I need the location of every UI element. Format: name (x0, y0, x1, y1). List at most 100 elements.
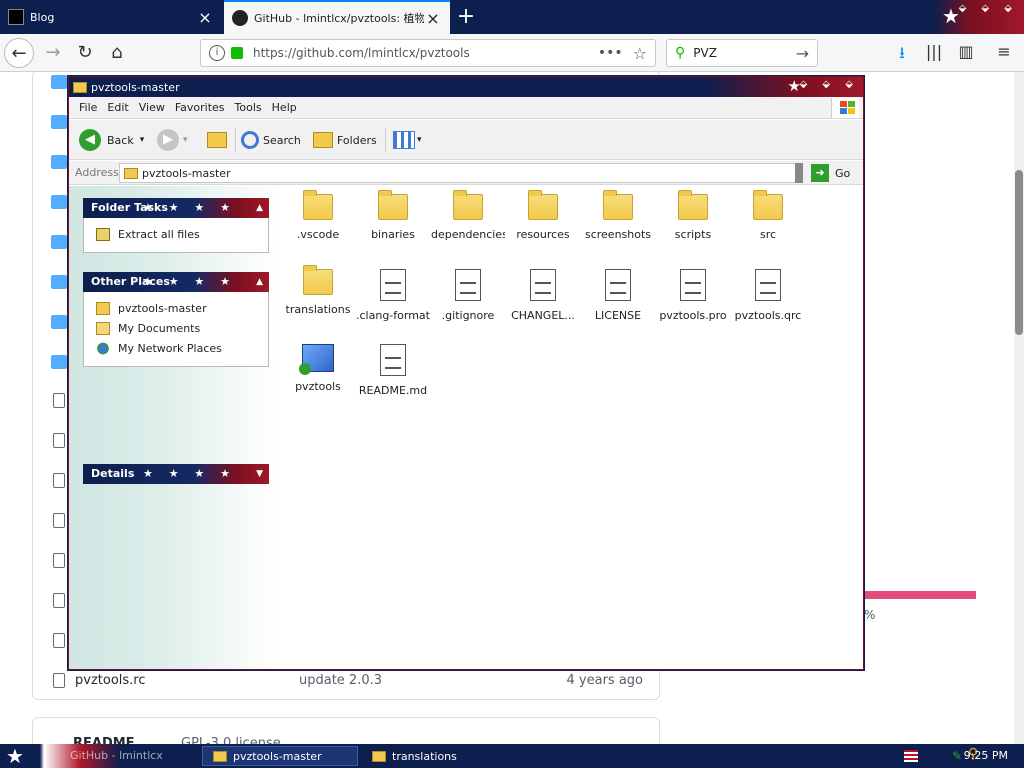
close-tab-icon[interactable]: × (424, 9, 442, 28)
menu-tools[interactable]: Tools (235, 101, 262, 114)
browser-nav-bar: ← → ↻ ⌂ i https://github.com/lmintlcx/pv… (0, 34, 1024, 72)
file-item[interactable]: resources (506, 190, 580, 241)
views-button[interactable]: ▾ (393, 128, 422, 152)
commit-message-link[interactable]: update 2.0.3 (299, 673, 382, 688)
search-bar[interactable]: ⚲ PVZ → (666, 39, 818, 67)
menu-edit[interactable]: Edit (107, 101, 128, 114)
file-item[interactable]: pvztools (281, 344, 355, 393)
file-icon (53, 553, 65, 568)
menu-favorites[interactable]: Favorites (175, 101, 225, 114)
other-places-header[interactable]: Other Places ★ ★ ★ ★ ▲ (83, 272, 269, 292)
menu-help[interactable]: Help (272, 101, 297, 114)
place-my-network-places[interactable]: My Network Places (84, 338, 268, 358)
task-label: Extract all files (118, 227, 200, 241)
file-item[interactable]: .gitignore (431, 269, 505, 322)
address-input[interactable]: pvztools-master (119, 163, 803, 183)
file-icon (53, 473, 65, 488)
file-name: pvztools.qrc (734, 309, 802, 322)
search-go-icon[interactable]: → (796, 44, 809, 63)
network-places-icon (96, 341, 110, 355)
lock-icon[interactable] (231, 47, 243, 59)
folder-icon (124, 167, 138, 179)
file-item[interactable]: screenshots (581, 190, 655, 241)
window-title: pvztools-master (91, 80, 180, 94)
file-item[interactable]: dependencies (431, 190, 505, 241)
file-item[interactable]: scripts (656, 190, 730, 241)
file-item[interactable]: pvztools.pro (656, 269, 730, 322)
up-folder-button[interactable] (207, 128, 227, 152)
file-item[interactable]: src (731, 190, 805, 241)
window-controls[interactable]: ⬙ ⬙ ⬙ (959, 3, 1018, 14)
forward-button[interactable]: → (38, 38, 68, 68)
file-item[interactable]: README.md (356, 344, 430, 397)
flag-icon[interactable] (904, 750, 918, 762)
search-button[interactable]: Search (241, 128, 301, 152)
url-text[interactable]: https://github.com/lmintlcx/pvztools (253, 46, 598, 60)
folder-icon (303, 265, 333, 295)
close-tab-icon[interactable]: × (196, 8, 214, 27)
file-item[interactable]: translations (281, 265, 355, 316)
address-value[interactable]: pvztools-master (142, 167, 231, 180)
taskbar-item-translations[interactable]: translations (362, 746, 512, 766)
file-item[interactable]: .vscode (281, 190, 355, 241)
file-icon (53, 513, 65, 528)
reload-button[interactable]: ↻ (70, 38, 100, 68)
file-item[interactable]: CHANGEL... (506, 269, 580, 322)
home-button[interactable]: ⌂ (102, 38, 132, 68)
file-icon (680, 269, 706, 301)
tab-github[interactable]: GitHub - lmintlcx/pvztools: 植物大 × (224, 0, 450, 34)
forward-button[interactable]: ▶ ▾ (157, 128, 188, 152)
scrollbar-thumb[interactable] (1015, 170, 1023, 335)
table-row[interactable]: pvztools.rc update 2.0.3 4 years ago (33, 667, 659, 697)
sidebar-icon[interactable]: ▥ (954, 42, 978, 61)
place-pvztools-master[interactable]: pvztools-master (84, 298, 268, 318)
tab-blog[interactable]: Blog × (0, 0, 222, 34)
chevron-down-icon[interactable]: ▾ (417, 135, 422, 145)
expand-icon[interactable]: ▼ (256, 464, 263, 484)
details-header[interactable]: Details ★ ★ ★ ★ ▼ (83, 464, 269, 484)
folder-tasks-header[interactable]: Folder Tasks ★ ★ ★ ★ ▲ (83, 198, 269, 218)
chevron-down-icon[interactable]: ▾ (183, 135, 188, 145)
folders-icon (313, 132, 333, 148)
file-item[interactable]: pvztools.qrc (731, 269, 805, 322)
tray-app-icon[interactable]: ✎ (952, 749, 962, 763)
search-input[interactable]: PVZ (693, 46, 795, 60)
menu-view[interactable]: View (139, 101, 165, 114)
address-dropdown-button[interactable] (795, 163, 803, 183)
bookmark-star-icon[interactable]: ☆ (633, 44, 647, 63)
file-item[interactable]: .clang-format (356, 269, 430, 322)
menu-file[interactable]: File (79, 101, 97, 114)
collapse-icon[interactable]: ▲ (256, 198, 263, 218)
go-button[interactable]: ➜ Go (811, 164, 850, 182)
readme-tab[interactable]: README (73, 736, 135, 744)
page-actions-button[interactable]: ••• (598, 45, 623, 61)
back-button[interactable]: ◀ Back ▾ (79, 128, 144, 152)
clock[interactable]: 9:25 PM (964, 749, 1008, 762)
download-icon[interactable]: ⭳ (890, 42, 914, 69)
panel-title: Details (91, 467, 135, 480)
task-extract-all[interactable]: Extract all files (84, 224, 268, 244)
url-bar[interactable]: i https://github.com/lmintlcx/pvztools •… (200, 39, 656, 67)
folder-up-icon (207, 132, 227, 148)
folder-icon (303, 190, 333, 220)
file-item[interactable]: binaries (356, 190, 430, 241)
file-item[interactable]: LICENSE (581, 269, 655, 322)
window-controls[interactable]: ⬙ ⬙ ⬙ (800, 79, 859, 90)
start-button[interactable]: ★ GitHub - lmintlcx (0, 744, 200, 768)
taskbar-item-pvztools-master[interactable]: pvztools-master (202, 746, 358, 766)
menu-icon[interactable]: ≡ (992, 42, 1016, 61)
window-title-bar[interactable]: pvztools-master ★ ⬙ ⬙ ⬙ (69, 77, 863, 97)
new-tab-button[interactable]: + (452, 4, 480, 30)
page-scrollbar[interactable] (1014, 72, 1024, 744)
license-tab[interactable]: GPL-3.0 license (181, 736, 281, 744)
info-icon[interactable]: i (209, 45, 225, 61)
commit-age: 4 years ago (566, 673, 643, 688)
chevron-down-icon[interactable]: ▾ (140, 135, 145, 145)
back-button[interactable]: ← (4, 38, 34, 68)
library-icon[interactable]: ||| (922, 42, 946, 61)
collapse-icon[interactable]: ▲ (256, 272, 263, 292)
system-tray: ✎ ⚲ 9:25 PM (874, 744, 1024, 768)
file-name-link[interactable]: pvztools.rc (75, 673, 146, 688)
folders-button[interactable]: Folders (313, 128, 377, 152)
place-my-documents[interactable]: My Documents (84, 318, 268, 338)
